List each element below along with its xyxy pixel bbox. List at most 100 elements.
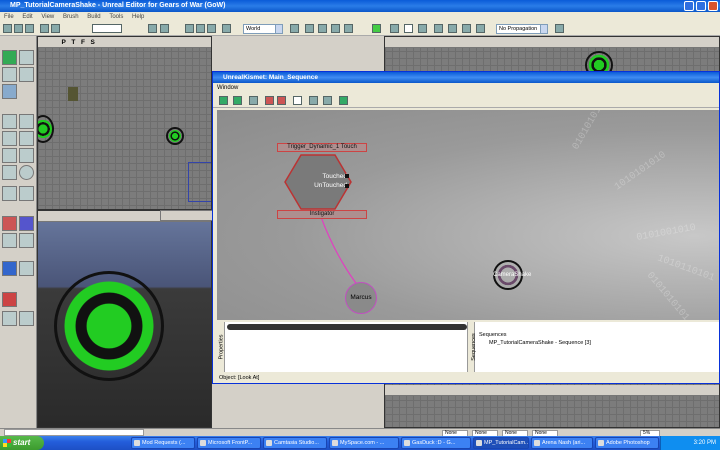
terrain-mode-icon[interactable] bbox=[2, 67, 17, 82]
command-input[interactable] bbox=[4, 429, 144, 436]
taskbar-item[interactable]: Arena Nash (ari... bbox=[531, 437, 593, 449]
scale-icon[interactable] bbox=[207, 24, 216, 33]
texture-align-icon[interactable] bbox=[19, 67, 34, 82]
snap-icon[interactable] bbox=[222, 24, 231, 33]
generic-browser-icon[interactable] bbox=[434, 24, 443, 33]
hide-unused-icon[interactable] bbox=[277, 96, 286, 105]
intersect-icon[interactable] bbox=[19, 186, 34, 201]
show-connectors-icon[interactable] bbox=[265, 96, 274, 105]
taskbar-item[interactable]: GasDuck :D - G... bbox=[401, 437, 471, 449]
close-button[interactable] bbox=[708, 1, 718, 11]
show-selected-icon[interactable] bbox=[2, 292, 17, 307]
kismet-icon[interactable] bbox=[372, 24, 381, 33]
top-button[interactable]: T bbox=[69, 37, 77, 48]
side-button[interactable]: S bbox=[89, 37, 97, 48]
taskbar-item-active[interactable]: MP_TutorialCam... bbox=[473, 437, 529, 449]
binoculars-icon[interactable] bbox=[290, 24, 299, 33]
camera-shake-node[interactable]: CameraShake bbox=[493, 260, 531, 290]
geometry-mode-icon[interactable] bbox=[19, 50, 34, 65]
curved-stair-icon[interactable] bbox=[2, 148, 17, 163]
build-lighting-icon[interactable] bbox=[318, 24, 327, 33]
viewport-top-left[interactable]: P T F S bbox=[37, 36, 212, 210]
tetrahedron-icon[interactable] bbox=[2, 165, 17, 180]
menu-edit[interactable]: Edit bbox=[22, 14, 32, 20]
console-icon[interactable] bbox=[418, 24, 427, 33]
kismet-canvas[interactable]: 0101010101 1010101010 0101001010 1010110… bbox=[217, 110, 719, 320]
rename-sequence-icon[interactable] bbox=[233, 96, 242, 105]
matinee-icon[interactable] bbox=[390, 24, 399, 33]
menu-help[interactable]: Help bbox=[132, 14, 144, 20]
save-icon[interactable] bbox=[25, 24, 34, 33]
coordinate-system-select[interactable]: World bbox=[243, 24, 283, 34]
play-level-icon[interactable] bbox=[404, 24, 413, 33]
menu-view[interactable]: View bbox=[41, 14, 54, 20]
hide-selected-icon[interactable] bbox=[2, 311, 17, 326]
perspective-button[interactable]: P bbox=[60, 37, 68, 48]
menu-build[interactable]: Build bbox=[87, 14, 100, 20]
front-button[interactable]: F bbox=[79, 37, 87, 48]
curve-lines-icon[interactable] bbox=[293, 96, 302, 105]
view-icon[interactable] bbox=[160, 24, 169, 33]
hide-connectors-icon[interactable] bbox=[249, 96, 258, 105]
new-icon[interactable] bbox=[3, 24, 12, 33]
add-mover-icon[interactable] bbox=[19, 261, 34, 276]
open-icon[interactable] bbox=[14, 24, 23, 33]
taskbar-item[interactable]: Camtasia Studio... bbox=[263, 437, 327, 449]
show-all-icon[interactable] bbox=[19, 311, 34, 326]
menu-tools[interactable]: Tools bbox=[109, 14, 123, 20]
camera-mode-icon[interactable] bbox=[2, 50, 17, 65]
variable-node-marcus[interactable]: Marcus bbox=[345, 282, 377, 314]
propagation-options-icon[interactable] bbox=[555, 24, 564, 33]
clock[interactable]: 3:20 PM bbox=[694, 440, 716, 446]
redo-icon[interactable] bbox=[51, 24, 60, 33]
cube-builder-icon[interactable] bbox=[2, 84, 17, 99]
kismet-window[interactable]: UnrealKismet: Main_Sequence Window 01010… bbox=[212, 71, 720, 384]
viewport-perspective[interactable] bbox=[37, 210, 212, 428]
open-kismet-icon[interactable] bbox=[339, 96, 348, 105]
start-button[interactable]: start bbox=[0, 436, 44, 450]
layers-icon[interactable] bbox=[462, 24, 471, 33]
sheet-builder-icon[interactable] bbox=[2, 131, 17, 146]
csg-add-icon[interactable] bbox=[2, 216, 17, 231]
sequences-tab[interactable]: Sequences bbox=[467, 322, 477, 372]
zoom-to-fit-icon[interactable] bbox=[323, 96, 332, 105]
stairs-builder-icon[interactable] bbox=[19, 131, 34, 146]
cylinder-builder-icon[interactable] bbox=[2, 114, 17, 129]
csg-deintersect-icon[interactable] bbox=[19, 233, 34, 248]
search-field[interactable] bbox=[92, 24, 122, 33]
event-instigator-link[interactable]: Instigator bbox=[277, 210, 367, 219]
actor-classes-icon[interactable] bbox=[448, 24, 457, 33]
groups-icon[interactable] bbox=[476, 24, 485, 33]
output-connector[interactable] bbox=[345, 184, 349, 188]
search-icon[interactable] bbox=[309, 96, 318, 105]
sequence-tree-root[interactable]: Sequences bbox=[479, 332, 507, 338]
menu-file[interactable]: File bbox=[4, 14, 14, 20]
parent-sequence-icon[interactable] bbox=[219, 96, 228, 105]
taskbar-item[interactable]: Microsoft FrontP... bbox=[197, 437, 261, 449]
trigger-actor-icon[interactable] bbox=[166, 127, 184, 145]
csg-subtract-icon[interactable] bbox=[19, 216, 34, 231]
taskbar-item[interactable]: Adobe Photoshop bbox=[595, 437, 659, 449]
taskbar-item[interactable]: Mod Requests (... bbox=[131, 437, 195, 449]
select-icon[interactable] bbox=[148, 24, 157, 33]
sequence-tree-item[interactable]: MP_TutorialCameraShake - Sequence [3] bbox=[489, 340, 591, 346]
player-start-icon[interactable] bbox=[68, 87, 78, 101]
menu-window[interactable]: Window bbox=[217, 85, 238, 91]
build-all-icon[interactable] bbox=[344, 24, 353, 33]
sphere-builder-icon[interactable] bbox=[19, 165, 34, 180]
properties-scrollbar[interactable] bbox=[227, 324, 467, 330]
build-paths-icon[interactable] bbox=[331, 24, 340, 33]
maximize-button[interactable] bbox=[696, 1, 706, 11]
rotate-icon[interactable] bbox=[196, 24, 205, 33]
event-node-title[interactable]: Trigger_Dynamic_1 Touch bbox=[277, 143, 367, 152]
taskbar-item[interactable]: MySpace.com - ... bbox=[329, 437, 399, 449]
menu-brush[interactable]: Brush bbox=[63, 14, 79, 20]
cone-builder-icon[interactable] bbox=[19, 114, 34, 129]
camera-actor-icon[interactable] bbox=[38, 115, 54, 143]
build-geometry-icon[interactable] bbox=[305, 24, 314, 33]
spiral-stair-icon[interactable] bbox=[19, 148, 34, 163]
properties-tab[interactable]: Properties bbox=[217, 322, 225, 372]
output-connector[interactable] bbox=[345, 174, 349, 178]
undo-icon[interactable] bbox=[40, 24, 49, 33]
csg-intersect-icon[interactable] bbox=[2, 233, 17, 248]
